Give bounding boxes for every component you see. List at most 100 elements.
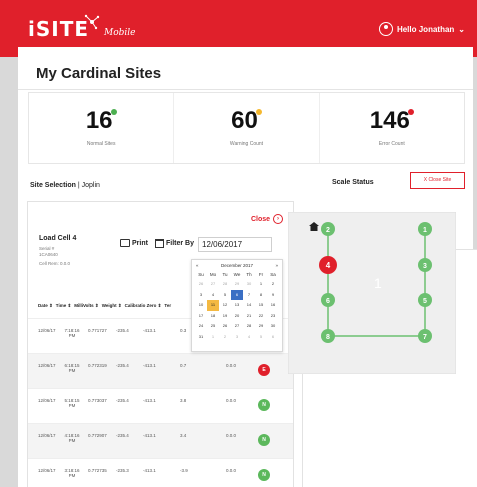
status-badge[interactable]: N <box>258 434 270 446</box>
calendar-day[interactable]: 19 <box>219 311 231 322</box>
calendar-icon <box>155 239 164 248</box>
calendar-day[interactable]: 4 <box>243 332 255 343</box>
printer-icon <box>120 239 130 247</box>
calendar-day[interactable]: 5 <box>255 332 267 343</box>
node-label: 5 <box>423 298 427 305</box>
scale-node-6[interactable]: 6 <box>321 293 335 307</box>
calendar-day[interactable]: 8 <box>255 290 267 301</box>
calendar-day[interactable]: 3 <box>231 332 243 343</box>
cell-weight: -235.3 <box>116 468 129 473</box>
user-menu[interactable]: Hello Jonathan ⌄ <box>378 22 465 36</box>
calendar-day[interactable]: 4 <box>207 290 219 301</box>
calendar-day[interactable]: 7 <box>243 290 255 301</box>
close-site-button[interactable]: X Close Site <box>410 172 465 189</box>
scale-node-1[interactable]: 1 <box>418 222 432 236</box>
calendar-day[interactable]: 24 <box>195 321 207 332</box>
cell-ter: 0.0.0 <box>226 398 237 403</box>
calendar-day[interactable]: 31 <box>195 332 207 343</box>
date-picker-calendar: « December 2017 » Su Mo Tu We Th Fr Sa 26 27 28 29… <box>191 259 283 352</box>
calendar-day[interactable]: 27 <box>231 321 243 332</box>
logo[interactable]: iSITE <box>28 17 89 41</box>
status-badge[interactable]: N <box>258 469 270 481</box>
calendar-day[interactable]: 13 <box>231 300 243 311</box>
calendar-day[interactable]: 2 <box>219 332 231 343</box>
calendar-day[interactable]: 20 <box>231 311 243 322</box>
close-panel-button[interactable]: Close › <box>251 214 283 224</box>
date-filter-input[interactable] <box>198 237 272 252</box>
calendar-day[interactable]: 12 <box>219 300 231 311</box>
site-selection-value[interactable]: Joplin <box>82 182 100 189</box>
calendar-day[interactable]: 6 <box>231 289 243 300</box>
calendar-day[interactable]: 28 <box>219 279 231 290</box>
col-time[interactable]: Time ⇕ <box>56 303 71 309</box>
table-row[interactable]: 12/06/17 5:18:15 PM 0.773037 -235.4 -413… <box>28 388 293 423</box>
cell-time: 6:18:15 PM <box>64 363 80 373</box>
serial-label: Serial # <box>39 246 55 251</box>
status-badge[interactable]: N <box>258 399 270 411</box>
status-badge[interactable]: E <box>258 364 270 376</box>
calendar-day[interactable]: 1 <box>207 332 219 343</box>
calendar-day[interactable]: 26 <box>195 279 207 290</box>
calendar-day[interactable]: 26 <box>219 321 231 332</box>
table-row[interactable]: 12/06/17 4:18:16 PM 0.772907 -235.4 -413… <box>28 423 293 458</box>
scale-node-3[interactable]: 3 <box>418 258 432 272</box>
table-row[interactable]: 12/06/17 3:18:16 PM 0.772735 -235.3 -413… <box>28 458 293 487</box>
calendar-day[interactable]: 15 <box>255 300 267 311</box>
col-millivolts[interactable]: MilliVolts ⇕ <box>74 303 98 309</box>
scale-node-7[interactable]: 7 <box>418 329 432 343</box>
stat-error: 146 Error Count <box>320 93 464 163</box>
calendar-day[interactable]: 29 <box>231 279 243 290</box>
calendar-day[interactable]: 1 <box>255 279 267 290</box>
calendar-day[interactable]: 28 <box>243 321 255 332</box>
calendar-day[interactable]: 11 <box>207 300 219 311</box>
calendar-day[interactable]: 22 <box>255 311 267 322</box>
stats-panel: 16 Normal Sites 60 Warning Count 146 Err… <box>28 92 465 164</box>
divider <box>18 89 473 90</box>
next-month-button[interactable]: » <box>275 263 278 268</box>
scale-node-2[interactable]: 2 <box>321 222 335 236</box>
cell-ter: 0.0.0 <box>226 433 237 438</box>
stat-warning-label: Warning Count <box>229 141 264 147</box>
calendar-day[interactable]: 25 <box>207 321 219 332</box>
site-selection-label: Site Selection <box>30 182 76 189</box>
table-row[interactable]: 12/06/17 6:18:15 PM 0.772319 -235.4 -413… <box>28 353 293 388</box>
scale-node-8[interactable]: 8 <box>321 329 335 343</box>
col-ter[interactable]: Ter <box>164 303 171 309</box>
scale-diagram: 1 2 1 4 3 6 5 8 7 <box>288 212 456 374</box>
calendar-day[interactable]: 30 <box>243 279 255 290</box>
calendar-day[interactable]: 10 <box>195 300 207 311</box>
calendar-day[interactable]: 17 <box>195 311 207 322</box>
calendar-day[interactable]: 29 <box>255 321 267 332</box>
calendar-day[interactable]: 16 <box>267 300 279 311</box>
col-calibration-zero[interactable]: Calibratio Zero ⇕ <box>125 303 162 309</box>
calendar-day[interactable]: 3 <box>195 290 207 301</box>
scale-node-5[interactable]: 5 <box>418 293 432 307</box>
calendar-month-label[interactable]: December 2017 <box>221 263 253 268</box>
calendar-weekday: Sa <box>270 272 276 277</box>
chevron-right-icon: › <box>273 214 283 224</box>
cell-time: 5:18:15 PM <box>64 398 80 408</box>
filter-by-button[interactable]: Filter By <box>155 239 194 248</box>
node-label: 3 <box>423 263 427 270</box>
cell-weight: -235.4 <box>116 328 129 333</box>
col-weight[interactable]: Weight ⇕ <box>102 303 122 309</box>
cell-mv: 0.772319 <box>88 363 107 368</box>
calendar-weekday: Tu <box>222 272 228 277</box>
calendar-day[interactable]: 14 <box>243 300 255 311</box>
calendar-day[interactable]: 27 <box>207 279 219 290</box>
scale-node-4[interactable]: 4 <box>319 256 337 274</box>
cell-time: 3:18:16 PM <box>64 468 80 478</box>
calendar-day[interactable]: 30 <box>267 321 279 332</box>
calendar-day[interactable]: 23 <box>267 311 279 322</box>
col-date[interactable]: Date ⇕ <box>38 303 53 309</box>
cell-zero: 3.4 <box>180 433 187 438</box>
print-button[interactable]: Print <box>120 239 148 247</box>
calendar-day[interactable]: 18 <box>207 311 219 322</box>
prev-month-button[interactable]: « <box>196 263 199 268</box>
node-label: 7 <box>423 334 427 341</box>
calendar-day[interactable]: 6 <box>267 332 279 343</box>
calendar-day[interactable]: 21 <box>243 311 255 322</box>
calendar-day[interactable]: 2 <box>267 279 279 290</box>
calendar-day[interactable]: 9 <box>267 290 279 301</box>
calendar-day[interactable]: 5 <box>219 290 231 301</box>
